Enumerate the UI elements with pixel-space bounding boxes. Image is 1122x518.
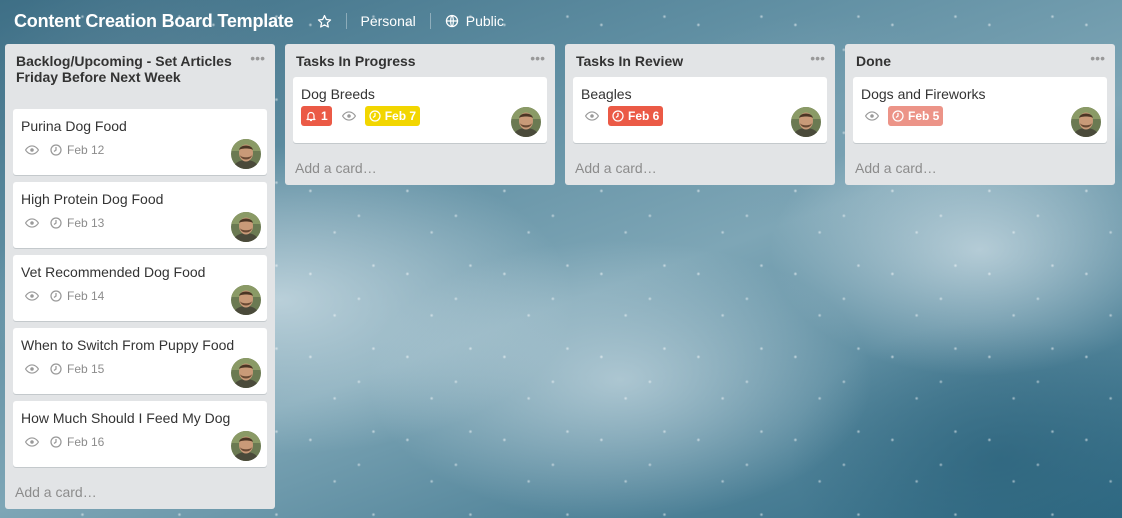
- card[interactable]: Dogs and Fireworks Feb 5: [853, 77, 1107, 143]
- avatar[interactable]: [1071, 107, 1101, 137]
- personal-button[interactable]: Personal: [359, 9, 418, 33]
- clock-icon: [50, 363, 62, 375]
- due-date-badge: Feb 6: [608, 106, 664, 126]
- card-title: High Protein Dog Food: [21, 191, 164, 207]
- list-in-review: Tasks In Review ••• Beagles Feb 6 Add a …: [565, 44, 835, 185]
- notification-count: 1: [321, 109, 328, 123]
- card-badges: Feb 6: [581, 106, 664, 126]
- due-date-badge: Feb 14: [50, 289, 104, 303]
- list-title[interactable]: Tasks In Progress: [285, 44, 555, 69]
- eye-icon: [24, 215, 40, 231]
- due-date-badge: Feb 16: [50, 435, 104, 449]
- due-date-label: Feb 16: [67, 435, 105, 449]
- avatar[interactable]: [231, 139, 261, 169]
- card-title: How Much Should I Feed My Dog: [21, 410, 231, 426]
- board-header: Content Creation Board Template Personal…: [0, 0, 1122, 42]
- avatar[interactable]: [791, 107, 821, 137]
- card-badges: Feb 16: [21, 434, 104, 450]
- card[interactable]: Purina Dog Food Feb 12: [13, 109, 267, 175]
- due-date-label: Feb 13: [67, 216, 105, 230]
- list-menu-icon[interactable]: •••: [530, 50, 545, 66]
- due-date-label: Feb 15: [67, 362, 105, 376]
- list-menu-icon[interactable]: •••: [1090, 50, 1105, 66]
- board-title[interactable]: Content Creation Board Template: [12, 7, 296, 36]
- clock-icon: [50, 290, 62, 302]
- eye-icon: [584, 108, 600, 124]
- add-card-button[interactable]: Add a card…: [855, 160, 937, 176]
- due-date-label: Feb 7: [384, 109, 417, 123]
- card-badges: Feb 13: [21, 215, 104, 231]
- avatar[interactable]: [231, 212, 261, 242]
- eye-icon: [24, 288, 40, 304]
- avatar[interactable]: [231, 358, 261, 388]
- card[interactable]: How Much Should I Feed My Dog Feb 16: [13, 401, 267, 467]
- card-title: Dogs and Fireworks: [861, 86, 986, 102]
- card-badges: Feb 14: [21, 288, 104, 304]
- due-date-badge: Feb 7: [364, 106, 421, 126]
- clock-icon: [50, 436, 62, 448]
- clock-icon: [612, 110, 624, 122]
- card-badges: Feb 15: [21, 361, 104, 377]
- add-card-button[interactable]: Add a card…: [575, 160, 657, 176]
- notification-badge: 1: [301, 106, 332, 126]
- card-title: Purina Dog Food: [21, 118, 127, 134]
- card-title: Beagles: [581, 86, 632, 102]
- list-title[interactable]: Done: [845, 44, 1115, 69]
- due-date-label: Feb 12: [67, 143, 105, 157]
- card-badges: 1 Feb 7: [301, 106, 421, 126]
- eye-icon: [864, 108, 880, 124]
- list-in-progress: Tasks In Progress ••• Dog Breeds 1 Feb 7…: [285, 44, 555, 185]
- card[interactable]: Beagles Feb 6: [573, 77, 827, 143]
- avatar[interactable]: [231, 431, 261, 461]
- clock-icon: [892, 110, 904, 122]
- personal-label: Personal: [360, 13, 416, 29]
- list-menu-icon[interactable]: •••: [810, 50, 825, 66]
- add-card-button[interactable]: Add a card…: [15, 484, 97, 500]
- eye-icon: [24, 434, 40, 450]
- card[interactable]: High Protein Dog Food Feb 13: [13, 182, 267, 248]
- avatar[interactable]: [231, 285, 261, 315]
- eye-icon: [341, 108, 357, 124]
- public-label: Public: [465, 13, 504, 29]
- list-menu-icon[interactable]: •••: [250, 50, 265, 66]
- clock-icon: [369, 110, 381, 122]
- card-title: When to Switch From Puppy Food: [21, 337, 235, 353]
- avatar[interactable]: [511, 107, 541, 137]
- due-date-badge: Feb 13: [50, 216, 104, 230]
- card[interactable]: When to Switch From Puppy Food Feb 15: [13, 328, 267, 394]
- list-done: Done ••• Dogs and Fireworks Feb 5 Add a …: [845, 44, 1115, 185]
- card[interactable]: Vet Recommended Dog Food Feb 14: [13, 255, 267, 321]
- clock-icon: [50, 144, 62, 156]
- due-date-badge: Feb 12: [50, 143, 104, 157]
- list-backlog: Backlog/Upcoming - Set Articles Friday B…: [5, 44, 275, 509]
- clock-icon: [50, 217, 62, 229]
- due-date-label: Feb 14: [67, 289, 105, 303]
- card-title: Vet Recommended Dog Food: [21, 264, 206, 280]
- due-date-label: Feb 6: [628, 109, 660, 123]
- due-date-label: Feb 5: [908, 109, 940, 123]
- bell-icon: [305, 110, 317, 122]
- card-title: Dog Breeds: [301, 86, 375, 102]
- add-card-button[interactable]: Add a card…: [295, 160, 377, 176]
- card-badges: Feb 5: [861, 106, 944, 126]
- eye-icon: [24, 361, 40, 377]
- card[interactable]: Dog Breeds 1 Feb 7: [293, 77, 547, 143]
- due-date-badge: Feb 15: [50, 362, 104, 376]
- due-date-badge: Feb 5: [888, 106, 944, 126]
- card-badges: Feb 12: [21, 142, 104, 158]
- globe-icon: [445, 14, 459, 28]
- eye-icon: [24, 142, 40, 158]
- list-title[interactable]: Backlog/Upcoming - Set Articles Friday B…: [5, 44, 275, 85]
- header-divider: [429, 13, 431, 29]
- list-title[interactable]: Tasks In Review: [565, 44, 835, 69]
- star-icon[interactable]: [316, 12, 334, 30]
- header-divider: [345, 13, 347, 29]
- visibility-button[interactable]: Public: [443, 9, 506, 33]
